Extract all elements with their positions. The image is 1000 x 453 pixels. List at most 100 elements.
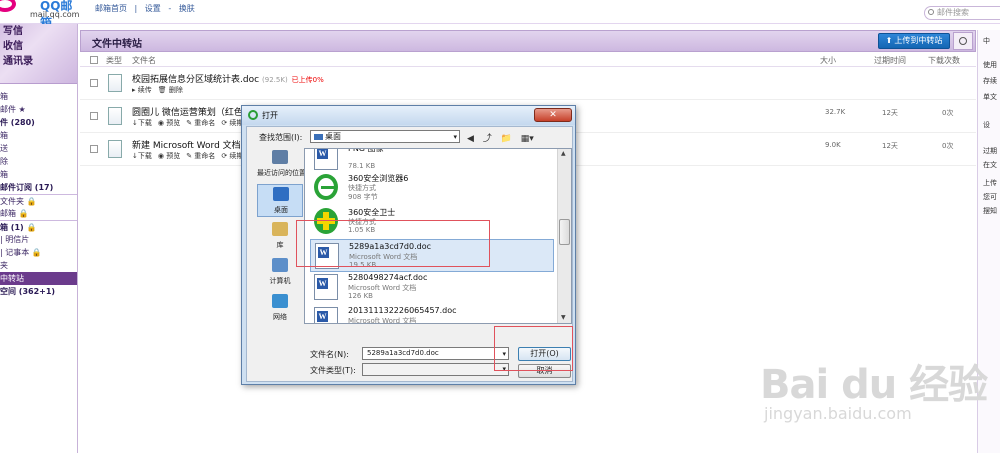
search-placeholder: 邮件搜索 [937,8,969,17]
contacts-button[interactable]: 通讯录 [0,54,77,69]
place-network[interactable]: 网络 [257,292,303,325]
row-action[interactable]: ✎ 重命名 [186,119,215,127]
file-name[interactable]: 圆圈儿 微信运营策划（红色字 [132,105,259,118]
expire-time: 12天 [882,109,898,117]
file-list-name: PNG 图像 [348,148,384,153]
sidebar-item[interactable]: 空间 (362+1) [0,285,77,298]
station-search-button[interactable] [953,32,973,50]
sidebar-item[interactable]: 箱 [0,168,77,181]
file-list-size: 908 字节 [348,193,378,201]
place-label: 桌面 [274,206,288,214]
table-row[interactable]: 校园拓展信息分区域统计表.doc (92.5K) 已上传0% ▸ 续传 🗑 删除 [80,68,976,100]
view-menu-icon[interactable]: ▦▾ [521,134,534,144]
link-skin[interactable]: 换肤 [179,4,195,13]
upload-to-station-button[interactable]: ⬆ 上传到中转站 [878,33,950,49]
receive-button[interactable]: 收信 [0,39,77,54]
download-count: 0次 [942,109,954,117]
file-size: 9.0K [825,141,841,149]
sidebar-item[interactable]: 除 [0,155,77,168]
up-folder-icon[interactable]: ⤴ [483,131,492,144]
place-label: 计算机 [269,277,291,285]
dialog-titlebar[interactable]: 打开 ✕ [242,106,575,125]
file-name-text: 校园拓展信息分区域统计表.doc [132,75,260,85]
sidebar-item[interactable]: | 记事本 🔒 [0,246,77,259]
compose-button[interactable]: 写信 [0,24,77,39]
watermark-logo: Bai du 经验 [760,362,988,408]
recent-places-icon [272,150,288,164]
place-recent-places[interactable]: 最近访问的位置 [257,148,306,181]
sidebar-item[interactable]: 箱 [0,129,77,142]
document-icon [108,140,122,158]
sidebar-item[interactable]: 文件夹 🔒 [0,194,77,207]
download-count: 0次 [942,142,954,150]
dialog-title: 打开 [262,111,278,120]
place-label: 网络 [273,313,287,321]
left-sidebar: 写信 收信 通讯录 箱邮件 ★ 件 (280) 箱送除箱邮件订阅 (17) 文件夹 🔒… [0,24,78,453]
file-list-type: Microsoft Word 文档 [348,317,417,324]
link-mail-home[interactable]: 邮箱首页 [95,4,127,13]
row-action[interactable]: ↓下载 [132,119,152,127]
sidebar-item[interactable]: | 明信片 [0,233,77,246]
qq-mail-logo[interactable]: QQ邮箱 mail.qq.com [0,0,80,30]
file-list-name: 5280498274acf.doc [348,273,428,282]
row-action[interactable]: ▸ 续传 [132,86,152,94]
file-list-item[interactable]: 360安全浏览器6 快捷方式 908 字节 [310,171,554,204]
sidebar-item[interactable]: 夹 [0,259,77,272]
row-action[interactable]: ◉ 预览 [158,119,180,127]
logo-domain: mail.qq.com [30,10,80,19]
row-action[interactable]: 🗑 删除 [158,86,183,94]
scroll-up-icon[interactable]: ▲ [561,150,566,157]
right-panel-text: 存续 [983,77,997,85]
image-file-icon [314,149,338,170]
close-button[interactable]: ✕ [534,108,572,122]
row-checkbox[interactable] [90,112,98,120]
browser-icon [248,110,258,120]
sidebar-item[interactable]: 送 [0,142,77,155]
file-table-header: 类型 文件名 大小 过期时间 下载次数 [80,53,976,67]
search-icon [959,37,967,45]
file-name[interactable]: 校园拓展信息分区域统计表.doc (92.5K) 已上传0% [132,72,324,85]
desktop-icon [314,134,323,140]
sidebar-item[interactable]: 邮件订阅 (17) [0,181,77,194]
sidebar-item[interactable]: 箱 [0,90,77,103]
row-action[interactable]: ↓下载 [132,152,152,160]
right-panel-text: 上传 [983,179,997,187]
sidebar-item[interactable]: 中转站 [0,272,77,285]
place-desktop[interactable]: 桌面 [257,184,303,217]
sidebar-item[interactable]: 邮箱 🔒 [0,207,77,220]
dialog-toolbar: ◀ ⤴ 📁 ▦▾ [467,131,540,144]
row-checkbox[interactable] [90,79,98,87]
right-panel-text: 单文 [983,93,997,101]
file-name-text: 新建 Microsoft Word 文档.do [132,141,255,151]
filename-input[interactable]: 5289a1a3cd7d0.doc ▾ [362,347,509,360]
file-size-inline: (92.5K) [262,76,288,84]
file-list-size: 78.1 KB [348,162,376,170]
row-action[interactable]: ✎ 重命名 [186,152,215,160]
scroll-down-icon[interactable]: ▼ [561,314,566,321]
file-list-item[interactable]: 201311132226065457.docMicrosoft Word 文档1… [310,304,554,324]
file-list-scrollbar[interactable]: ▲ ▼ [557,149,571,323]
sidebar-item[interactable]: 箱 (1) 🔒 [0,220,77,233]
computer-icon [272,258,288,272]
filetype-select[interactable]: ▾ [362,363,509,376]
file-list-item[interactable]: 5280498274acf.docMicrosoft Word 文档126 KB [310,271,554,304]
scrollbar-thumb[interactable] [559,219,570,245]
expire-time: 12天 [882,142,898,150]
network-icon [272,294,288,308]
mail-search-input[interactable]: 邮件搜索 [924,6,1000,20]
row-checkbox[interactable] [90,145,98,153]
sidebar-item[interactable]: 件 (280) [0,116,77,129]
back-icon[interactable]: ◀ [467,134,474,144]
upload-arrow-icon: ⬆ [885,36,893,45]
link-settings[interactable]: 设置 [145,4,161,13]
right-panel-text: 您可 [983,193,997,201]
highlight-open-button [494,326,573,371]
link-separator: - [168,4,172,13]
new-folder-icon[interactable]: 📁 [501,134,512,144]
lookin-select[interactable]: 桌面 ▾ [310,130,460,143]
row-action[interactable]: ◉ 预览 [158,152,180,160]
sidebar-item[interactable]: 邮件 ★ [0,103,77,116]
select-all-checkbox[interactable] [90,56,98,64]
col-type: 类型 [106,56,122,65]
filename-label: 文件名(N): [310,350,349,359]
